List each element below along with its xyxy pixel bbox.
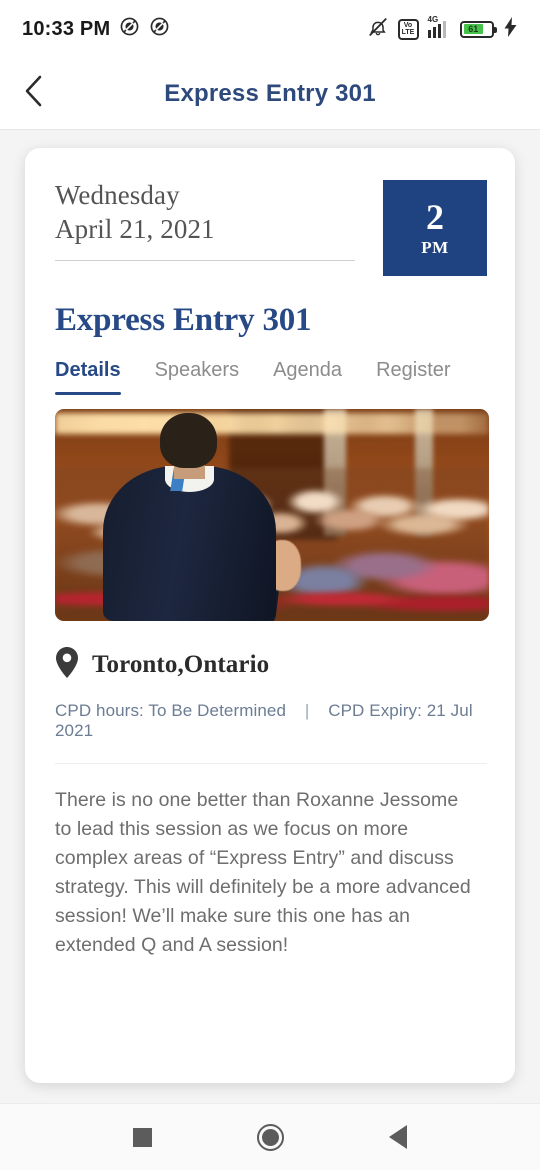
event-time-badge: 2 PM	[383, 180, 487, 276]
speaker-figure	[102, 409, 301, 621]
cpd-separator: |	[304, 701, 310, 720]
cpd-hours: CPD hours: To Be Determined	[55, 701, 287, 720]
back-button-icon[interactable]	[389, 1125, 408, 1149]
mute-icon	[367, 16, 389, 43]
battery-level: 61	[463, 24, 483, 34]
tab-register[interactable]: Register	[376, 359, 450, 395]
date-block: Wednesday April 21, 2021	[55, 178, 383, 261]
charging-bolt-icon	[503, 16, 518, 42]
back-navigation-button[interactable]	[6, 66, 62, 122]
volte-icon: Vo LTE	[397, 18, 419, 40]
event-hero-image	[55, 409, 489, 621]
date-divider	[55, 260, 355, 261]
event-location: Toronto,Ontario	[92, 651, 270, 678]
app-bar: Express Entry 301	[0, 58, 540, 130]
recents-button-icon[interactable]	[132, 1127, 152, 1147]
dnd-icon	[119, 16, 140, 42]
dnd-secondary-icon	[149, 16, 170, 42]
phone-screen: 10:33 PM Vo LTE 4G 61 Express Entry 301 …	[0, 0, 540, 1170]
event-title: Express Entry 301	[55, 302, 312, 338]
status-bar-clock: 10:33 PM	[22, 17, 111, 40]
status-bar: 10:33 PM Vo LTE 4G 61	[0, 0, 540, 58]
location-row: Toronto,Ontario	[55, 647, 487, 683]
page-title: Express Entry 301	[164, 79, 376, 107]
event-time-hour: 2	[426, 197, 444, 237]
event-day-of-week: Wednesday	[55, 180, 180, 210]
event-tabs: Details Speakers Agenda Register	[55, 359, 487, 395]
network-type-label: 4G	[427, 15, 439, 24]
cpd-info-row: CPD hours: To Be Determined | CPD Expiry…	[55, 701, 487, 741]
event-description: There is no one better than Roxanne Jess…	[55, 789, 471, 956]
volte-top-text: Vo	[403, 22, 413, 29]
home-button-icon[interactable]	[256, 1123, 284, 1151]
status-bar-right: Vo LTE 4G 61	[367, 15, 519, 43]
event-card: Wednesday April 21, 2021 2 PM Express En…	[25, 148, 515, 1083]
tab-agenda[interactable]: Agenda	[273, 359, 342, 395]
tab-details[interactable]: Details	[55, 359, 121, 395]
battery-icon: 61	[460, 20, 497, 38]
description-divider	[55, 763, 487, 764]
back-chevron-icon	[21, 74, 47, 113]
location-pin-icon	[55, 647, 79, 683]
event-date: April 21, 2021	[55, 214, 215, 244]
android-nav-bar	[0, 1103, 540, 1170]
status-bar-left: 10:33 PM	[22, 16, 170, 42]
event-time-meridiem: PM	[421, 238, 449, 257]
signal-icon: 4G	[427, 15, 452, 38]
volte-bottom-text: LTE	[401, 29, 415, 36]
tab-speakers[interactable]: Speakers	[155, 359, 240, 395]
date-time-row: Wednesday April 21, 2021 2 PM	[55, 178, 487, 276]
